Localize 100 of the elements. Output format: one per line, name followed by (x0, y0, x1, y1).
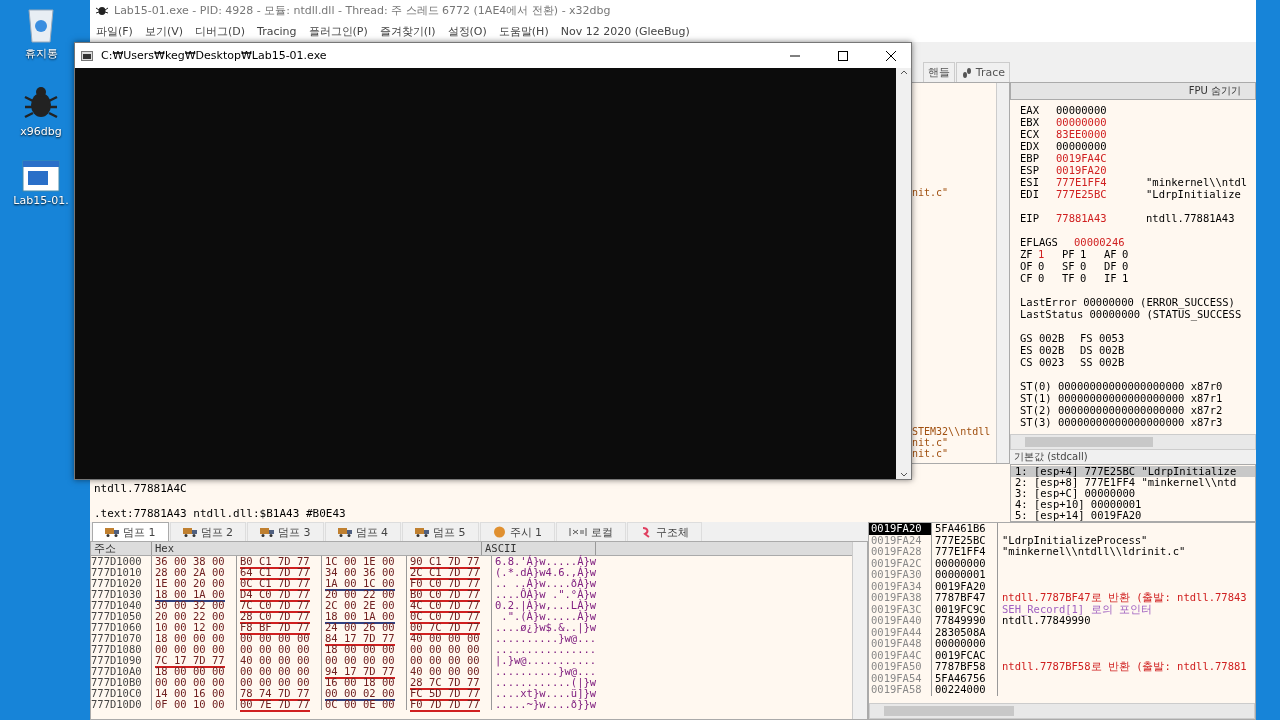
hex-bytes: 20 00 22 00 (155, 610, 225, 622)
stack-address: 0019FA40 (870, 615, 923, 627)
tab[interactable]: 핸들 (922, 62, 955, 82)
register-name: EAX (1020, 103, 1040, 116)
hex-bytes: 1C 00 1E 00 (325, 555, 395, 567)
calling-convention-select[interactable]: 기본값 (stdcall) (1010, 450, 1256, 464)
fpu-toggle[interactable]: FPU 숨기기 (1010, 82, 1256, 100)
application-icon[interactable] (22, 160, 60, 192)
stack-address: 0019FA2C (870, 557, 923, 569)
menu-item[interactable]: Nov 12 2020 (GleeBug) (560, 24, 690, 38)
menu-item[interactable]: 설정(O) (447, 23, 487, 39)
menu-item[interactable]: Tracing (257, 24, 297, 38)
tab[interactable]: 덤프 1 (92, 522, 169, 541)
stack-comment: ntdll.7787BF47로 반환 (출발: ntdll.77843 (1001, 592, 1247, 604)
scroll-down-icon[interactable] (899, 471, 908, 479)
window-title: C:₩Users₩keg₩Desktop₩Lab15-01.exe (101, 49, 328, 62)
fpu-register: ST(3) 00000000000000000000 x87r3 (1020, 415, 1223, 428)
close-icon[interactable] (886, 50, 896, 61)
hex-bytes: 00 7E 7D 77 (240, 698, 310, 712)
hook-icon (640, 526, 652, 538)
hex-bytes: 24 00 26 00 (325, 621, 395, 633)
maximize-icon[interactable] (838, 50, 848, 61)
tab[interactable]: Trace (955, 62, 1010, 82)
flag-name: CF (1020, 271, 1034, 284)
stack-address: 0019FA54 (870, 672, 923, 684)
address-cell-text: 777D1080 (91, 644, 143, 655)
tab[interactable]: 주시 1 (479, 522, 555, 541)
column-header: 주소 (91, 542, 152, 555)
menu-item[interactable]: 보기(V) (144, 23, 184, 39)
argument-row[interactable]: 3: [esp+C] 00000000 (1011, 488, 1255, 499)
ascii-cell: .. ..Á}w....ðÀ}w (491, 578, 605, 589)
console-icon (81, 50, 93, 61)
tab[interactable]: 구조체 (627, 522, 702, 541)
hex-bytes: 00 00 00 00 (325, 654, 395, 666)
flag-name: TF (1062, 271, 1076, 284)
hex-bytes: 00 00 00 00 (410, 654, 480, 666)
segment-register: FS 0053 (1080, 331, 1126, 344)
stack-value: 7787BF58 (931, 661, 998, 673)
stack-address: 0019FA38 (870, 592, 923, 604)
register-value: 77881A43 (1056, 211, 1108, 224)
menu-item[interactable]: 디버그(D) (195, 23, 246, 39)
hex-bytes: 00 00 00 00 (155, 643, 225, 655)
flag-value: 0 (1038, 259, 1046, 272)
hex-bytes: 40 00 00 00 (410, 665, 480, 677)
ascii-cell: ....ÔÀ}w .".°À}w (491, 589, 605, 600)
stack-address: 0019FA3C (870, 603, 923, 615)
ascii-cell: .....~}w....ð}}w (491, 699, 605, 710)
hex-bytes: 34 00 36 00 (325, 566, 395, 578)
stack-comment: "LdrpInitializeProcess" (1001, 534, 1148, 546)
address-cell-text: 777D1020 (91, 578, 143, 589)
hex-bytes: B0 C1 7D 77 (240, 555, 310, 569)
tab[interactable]: 덤프 5 (402, 522, 479, 541)
register-name: EBP (1020, 151, 1040, 164)
hex-bytes: 36 00 38 00 (155, 555, 225, 567)
menu-item[interactable]: 도움말(H) (498, 23, 549, 39)
stack-address: 0019FA28 (870, 546, 923, 558)
argument-row[interactable]: 5: [esp+14] 0019FA20 (1011, 510, 1255, 521)
hex-bytes: 84 17 7D 77 (325, 632, 395, 646)
tab[interactable]: 덤프 3 (247, 522, 324, 541)
register-name: EDX (1020, 139, 1040, 152)
hex-bytes: 4C C0 7D 77 (410, 599, 480, 613)
hex-bytes: 18 00 1A 00 (325, 610, 395, 624)
menu-item[interactable]: 파일(F) (96, 23, 133, 39)
address-cell-text: 777D1010 (91, 567, 143, 578)
hex-bytes: 28 00 2A 00 (155, 566, 225, 578)
hex-bytes: F0 C0 7D 77 (410, 577, 480, 591)
hex-bytes: 00 00 00 00 (240, 632, 310, 644)
hex-bytes: 00 00 00 00 (410, 643, 480, 655)
truck-icon (415, 527, 429, 537)
flag-name: ZF (1020, 247, 1034, 260)
menu-item[interactable]: 즐겨찾기(I) (379, 23, 436, 39)
argument-row[interactable]: 2: [esp+8] 777E1FF4 "minkernel\\ntd (1011, 477, 1255, 488)
truck-icon (182, 527, 197, 537)
segment-register: DS 002B (1080, 343, 1126, 356)
desktop-icon-label: 휴지통 (24, 46, 58, 61)
code-text: nit.c" (912, 437, 950, 448)
tab[interactable]: 덤프 4 (324, 522, 401, 541)
stack-value: 777E25BC (931, 534, 998, 546)
hex-bytes: 0C C1 7D 77 (240, 577, 310, 591)
tab[interactable]: 로컬 (556, 522, 626, 541)
scroll-up-icon[interactable] (899, 68, 908, 76)
ascii-cell: ............(|}w (491, 677, 605, 688)
tab[interactable]: 덤프 2 (169, 522, 246, 541)
register-value: 777E1FF4 (1056, 175, 1108, 188)
hex-bytes: B0 C0 7D 77 (410, 588, 480, 602)
hex-bytes: 64 C1 7D 77 (240, 566, 310, 580)
register-value: 00000000 (1056, 103, 1108, 116)
menu-item[interactable]: 플러그인(P) (308, 23, 368, 39)
register-value: 777E25BC (1056, 187, 1108, 200)
ascii-cell: 6.8.'Á}w.....Á}w (491, 556, 605, 567)
variable-icon (569, 527, 587, 537)
ascii-cell: |.}w@........... (491, 655, 605, 666)
register-name: ESI (1020, 175, 1040, 188)
stack-address: 0019FA44 (870, 626, 923, 638)
flag-name: AF (1104, 247, 1118, 260)
argument-row[interactable]: 4: [esp+10] 00000001 (1011, 499, 1255, 510)
hex-bytes: 00 00 02 00 (325, 687, 395, 701)
footprints-icon (960, 66, 973, 79)
hex-bytes: 0C 00 0E 00 (325, 698, 395, 710)
argument-row[interactable]: 1: [esp+4] 777E25BC "LdrpInitialize (1011, 466, 1255, 477)
